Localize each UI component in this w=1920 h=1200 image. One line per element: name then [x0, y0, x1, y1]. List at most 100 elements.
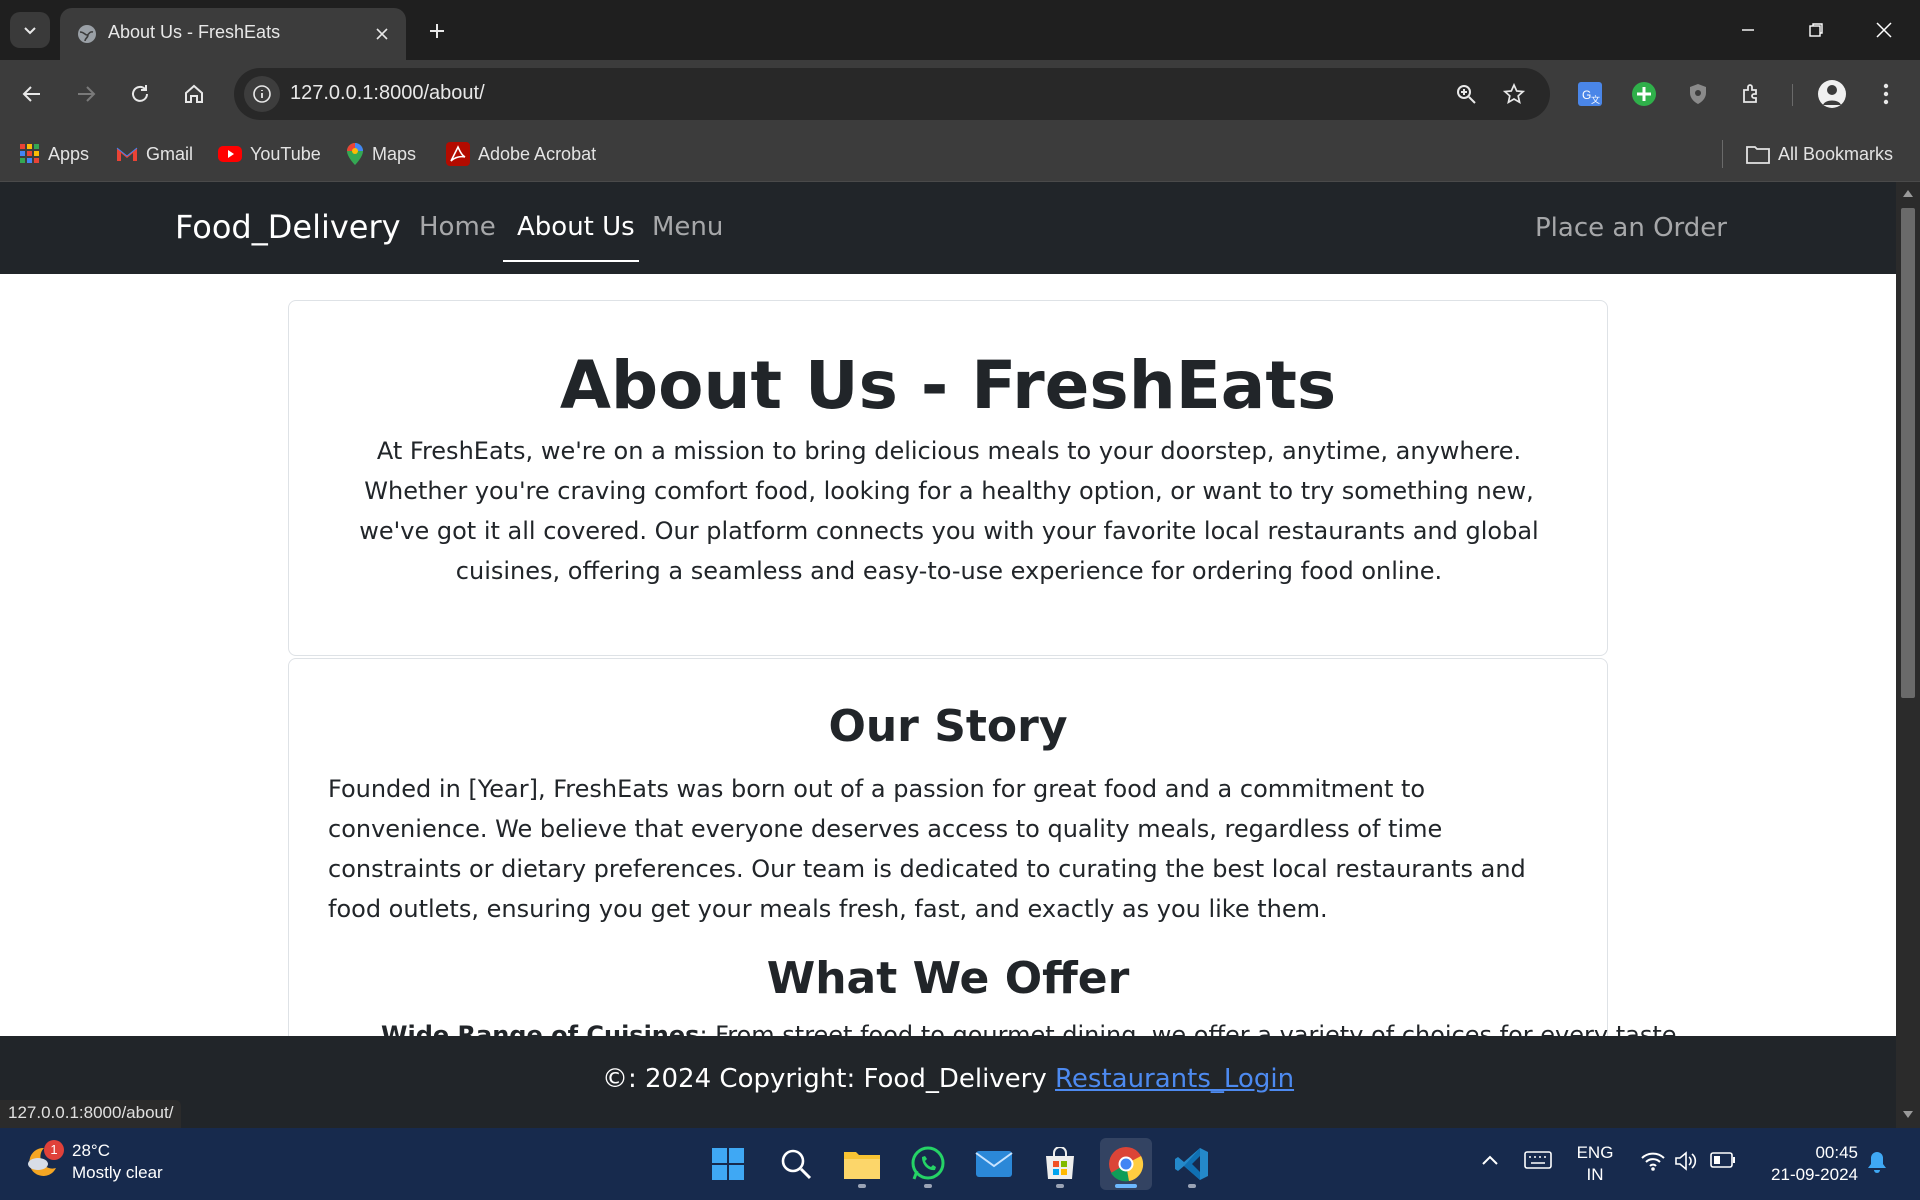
forward-button[interactable]: [66, 74, 106, 114]
weather-widget[interactable]: 1 28°C Mostly clear: [22, 1140, 163, 1184]
globe-icon: [78, 25, 96, 43]
weather-text: 28°C Mostly clear: [72, 1140, 163, 1184]
reload-button[interactable]: [120, 74, 160, 114]
restaurants-login-link[interactable]: Restaurants_Login: [1055, 1064, 1294, 1094]
bookmark-adobe-acrobat[interactable]: Adobe Acrobat: [446, 138, 596, 170]
tab-close-button[interactable]: [368, 20, 396, 48]
status-bubble-url: 127.0.0.1:8000/about/: [0, 1100, 182, 1128]
google-translate-button[interactable]: G文: [1572, 76, 1608, 112]
browser-tabstrip: About Us - FreshEats: [0, 0, 1920, 60]
nav-about-us[interactable]: About Us: [517, 212, 635, 242]
avatar-icon: [1818, 80, 1846, 108]
network-button[interactable]: [1640, 1150, 1666, 1176]
url-text[interactable]: 127.0.0.1:8000/about/: [290, 82, 485, 105]
volume-button[interactable]: [1674, 1150, 1698, 1176]
bookmark-gmail[interactable]: Gmail: [116, 138, 193, 170]
notifications-button[interactable]: [1866, 1150, 1888, 1178]
battery-button[interactable]: [1710, 1152, 1736, 1172]
bookmark-apps[interactable]: Apps: [20, 138, 89, 170]
minimize-button[interactable]: [1714, 0, 1782, 60]
taskbar-vscode[interactable]: [1166, 1138, 1218, 1190]
keyboard-icon: [1524, 1151, 1552, 1169]
nav-home[interactable]: Home: [419, 212, 496, 242]
tab-search-button[interactable]: [10, 12, 50, 48]
place-order-link[interactable]: Place an Order: [1535, 213, 1727, 243]
store-icon: [1046, 1147, 1074, 1179]
back-button[interactable]: [12, 74, 52, 114]
all-bookmarks-label: All Bookmarks: [1778, 143, 1894, 164]
taskbar-file-explorer[interactable]: [836, 1138, 888, 1190]
speaker-icon: [1675, 1151, 1697, 1171]
chevron-down-icon: [24, 27, 36, 35]
extension-shield-button[interactable]: [1680, 76, 1716, 112]
page-scrollbar[interactable]: [1896, 182, 1920, 1128]
bookmark-youtube[interactable]: YouTube: [218, 138, 321, 170]
close-icon: [376, 28, 388, 40]
scroll-up-icon[interactable]: [1902, 188, 1914, 198]
mail-icon: [975, 1151, 1013, 1177]
close-window-button[interactable]: [1850, 0, 1918, 60]
extensions-button[interactable]: [1734, 76, 1770, 112]
map-pin-icon: [347, 143, 363, 165]
new-tab-button[interactable]: [420, 14, 454, 48]
running-indicator: [858, 1184, 866, 1188]
clock[interactable]: 00:45 21-09-2024: [1754, 1142, 1858, 1186]
clock-time: 00:45: [1815, 1143, 1858, 1162]
youtube-icon: [218, 146, 242, 162]
story-card: Our Story Founded in [Year], FreshEats w…: [288, 658, 1684, 1078]
gmail-icon: [116, 147, 138, 161]
wifi-icon: [1641, 1152, 1665, 1171]
arrow-left-icon: [22, 86, 40, 102]
browser-toolbar: 127.0.0.1:8000/about/ G文: [0, 60, 1920, 128]
story-heading: Our Story: [828, 701, 1068, 752]
home-button[interactable]: [174, 74, 214, 114]
chrome-icon: [1109, 1147, 1144, 1182]
bookmark-label: Apps: [48, 143, 90, 164]
site-footer: ©: 2024 Copyright: Food_Delivery Restaur…: [0, 1036, 1896, 1128]
more-vertical-icon: [1883, 83, 1889, 105]
reload-icon: [132, 85, 148, 102]
copyright-text: ©: 2024 Copyright: Food_Delivery: [601, 1064, 1047, 1094]
translate-icon: G文: [1578, 82, 1602, 106]
story-text: Founded in [Year], FreshEats was born ou…: [328, 775, 1526, 923]
touch-keyboard-button[interactable]: [1524, 1150, 1552, 1174]
extension-plus-button[interactable]: [1626, 76, 1662, 112]
active-tab[interactable]: About Us - FreshEats: [60, 8, 406, 60]
bookmarks-divider: [1722, 140, 1723, 168]
profile-button[interactable]: [1814, 76, 1850, 112]
footer-text: ©: 2024 Copyright: Food_Delivery Restaur…: [0, 1064, 1896, 1094]
site-brand[interactable]: Food_Delivery: [175, 208, 401, 246]
site-info-button[interactable]: [244, 76, 280, 112]
taskbar-store[interactable]: [1034, 1138, 1086, 1190]
bookmark-maps[interactable]: Maps: [346, 138, 416, 170]
offer-heading: What We Offer: [766, 953, 1130, 1004]
running-indicator: [1056, 1184, 1064, 1188]
scroll-down-icon[interactable]: [1902, 1110, 1914, 1120]
bookmark-star-button[interactable]: [1498, 78, 1530, 110]
taskbar-whatsapp[interactable]: [902, 1138, 954, 1190]
taskbar-search[interactable]: [770, 1138, 822, 1190]
taskbar-mail[interactable]: [968, 1138, 1020, 1190]
close-icon: [1876, 22, 1892, 38]
bookmark-label: Maps: [372, 143, 417, 164]
all-bookmarks-button[interactable]: All Bookmarks: [1746, 138, 1893, 170]
taskbar-chrome[interactable]: [1100, 1138, 1152, 1190]
chevron-up-icon: [1482, 1155, 1498, 1165]
show-hidden-icons-button[interactable]: [1480, 1152, 1500, 1171]
zoom-button[interactable]: [1450, 78, 1482, 110]
language-code: ENG: [1576, 1143, 1614, 1162]
chrome-menu-button[interactable]: [1868, 76, 1904, 112]
running-indicator: [924, 1184, 932, 1188]
restore-button[interactable]: [1782, 0, 1850, 60]
language-indicator[interactable]: ENG IN: [1574, 1142, 1616, 1186]
page-title: About Us - FreshEats: [559, 347, 1337, 424]
address-bar[interactable]: 127.0.0.1:8000/about/: [234, 68, 1550, 120]
active-nav-indicator: [503, 260, 639, 262]
active-indicator: [1115, 1184, 1137, 1188]
scrollbar-thumb[interactable]: [1901, 208, 1915, 698]
tab-title: About Us - FreshEats: [108, 22, 281, 42]
nav-menu[interactable]: Menu: [652, 212, 723, 242]
search-icon: [781, 1149, 812, 1180]
page-viewport: Food_Delivery Home About Us Menu Place a…: [0, 182, 1896, 1128]
start-button[interactable]: [702, 1138, 754, 1190]
